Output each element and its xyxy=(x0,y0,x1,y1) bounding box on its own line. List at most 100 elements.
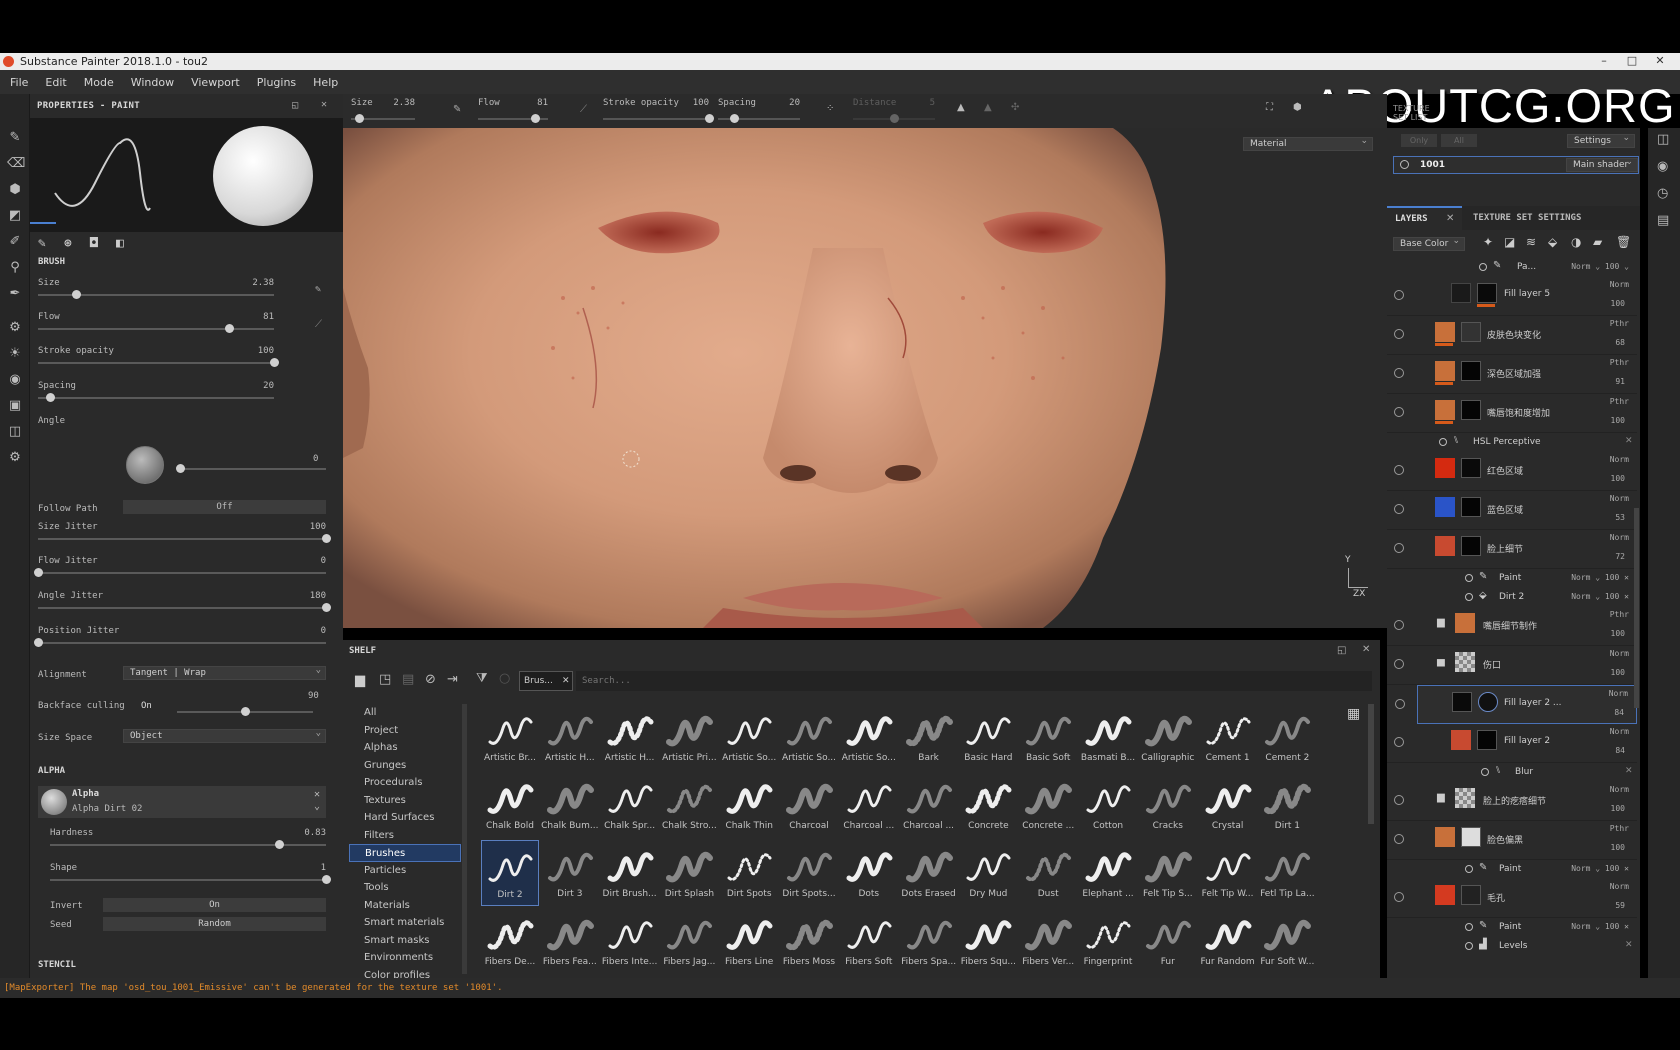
3d-viewport[interactable]: Material Y ZX xyxy=(343,128,1387,628)
shelf-float-icon[interactable]: ◱ xyxy=(1337,645,1346,656)
brush-item[interactable]: Fur xyxy=(1139,908,1197,974)
brush-item[interactable]: Dirt 1 xyxy=(1258,772,1316,838)
follow-path-toggle[interactable]: Off xyxy=(123,500,326,514)
visibility-icon[interactable] xyxy=(1394,290,1404,300)
brush-item[interactable]: Calligraphic xyxy=(1139,704,1197,770)
shader-settings-icon[interactable]: ◉ xyxy=(1657,159,1668,174)
brush-item[interactable]: Fingerprint xyxy=(1079,908,1137,974)
menu-mode[interactable]: Mode xyxy=(84,76,114,89)
slider-knob[interactable] xyxy=(530,114,540,123)
angle-knob[interactable] xyxy=(176,464,185,473)
brush-item[interactable]: Artistic So... xyxy=(840,704,898,770)
add-effect-icon[interactable]: ✦ xyxy=(1483,235,1493,249)
alpha-tab-icon[interactable]: ◘ xyxy=(90,236,98,251)
brush-item[interactable]: Fibers Fea... xyxy=(541,908,599,974)
brush-item[interactable]: Elephant ... xyxy=(1079,840,1137,906)
visibility-icon[interactable] xyxy=(1394,659,1404,669)
new-item-icon[interactable]: ◳ xyxy=(379,672,391,687)
brush-item[interactable]: Bark xyxy=(900,704,958,770)
menu-viewport[interactable]: Viewport xyxy=(191,76,240,89)
projection-icon[interactable]: ⬢ xyxy=(7,182,23,198)
minimize-icon[interactable]: – xyxy=(1590,53,1618,70)
visibility-icon[interactable] xyxy=(1465,574,1473,582)
slider-knob[interactable] xyxy=(275,840,285,849)
add-layer-icon[interactable]: ≋ xyxy=(1526,235,1536,249)
brush-item[interactable]: Crystal xyxy=(1199,772,1257,838)
light-icon[interactable]: ☀ xyxy=(7,346,23,362)
visibility-icon[interactable] xyxy=(1465,942,1473,950)
brush-item[interactable]: Artistic Pri... xyxy=(660,704,718,770)
visibility-icon[interactable] xyxy=(1394,892,1404,902)
tab-layers-close-icon[interactable]: ✕ xyxy=(1446,213,1454,224)
category-filters[interactable]: Filters xyxy=(349,827,461,845)
brush-item[interactable]: Charcoal xyxy=(780,772,838,838)
brush-item[interactable]: Basic Soft xyxy=(1019,704,1077,770)
lazy-mouse-icon[interactable]: ⁘ xyxy=(826,103,834,114)
category-smart-materials[interactable]: Smart materials xyxy=(349,914,461,932)
angle-jitter-slider[interactable]: Angle Jitter 180 xyxy=(38,591,331,621)
slider-knob[interactable] xyxy=(322,875,331,884)
toolbar-size-slider[interactable]: Size 2.38 xyxy=(351,94,415,128)
eraser-icon[interactable]: ⌫ xyxy=(7,156,25,172)
tab-only[interactable]: Only xyxy=(1401,134,1437,147)
paint-brush-icon[interactable]: ✎ xyxy=(7,130,23,146)
polygon-fill-icon[interactable]: ◩ xyxy=(7,208,23,224)
slider-knob[interactable] xyxy=(225,324,235,333)
settings-icon[interactable]: ⚙ xyxy=(7,450,23,466)
category-textures[interactable]: Textures xyxy=(349,792,461,810)
category-grunges[interactable]: Grunges xyxy=(349,757,461,775)
brush-item[interactable]: Concrete ... xyxy=(1019,772,1077,838)
pen-pressure-icon[interactable]: ✎ xyxy=(315,284,321,295)
brush-item[interactable]: Dirt Splash xyxy=(660,840,718,906)
angle-track[interactable] xyxy=(178,468,326,470)
brush-item[interactable]: Fetl Tip La... xyxy=(1258,840,1316,906)
sub-layer-paint-3[interactable]: ✎ Paint Norm ⌄ 100 ✕ xyxy=(1387,918,1637,937)
camera-view-icon[interactable]: ⛶ xyxy=(1266,102,1273,113)
category-project[interactable]: Project xyxy=(349,722,461,740)
flow-slider[interactable]: Flow 81 xyxy=(38,312,274,342)
layer-lip-saturation[interactable]: 嘴唇饱和度增加 Pthr 100 xyxy=(1387,394,1637,433)
symmetry-axis-icon[interactable]: ✣ xyxy=(1011,102,1019,113)
brush-item[interactable]: Chalk Bum... xyxy=(541,772,599,838)
layer-blue-area[interactable]: 蓝色区域 Norm 53 xyxy=(1387,491,1637,530)
tab-texture-set-settings[interactable]: TEXTURE SET SETTINGS xyxy=(1473,213,1581,223)
visibility-icon[interactable] xyxy=(1395,699,1405,709)
angle-dial[interactable] xyxy=(126,446,164,484)
brush-item[interactable]: Dirt Brush... xyxy=(601,840,659,906)
flow-pressure-icon[interactable]: ⟋ xyxy=(315,319,322,330)
category-materials[interactable]: Materials xyxy=(349,897,461,915)
channel-dropdown[interactable]: Base Color xyxy=(1393,235,1465,251)
symmetry-icon[interactable]: ▲ xyxy=(957,102,965,113)
3d-view-icon[interactable]: ⬢ xyxy=(1293,102,1302,113)
menu-edit[interactable]: Edit xyxy=(45,76,66,89)
stroke-opacity-slider[interactable]: Stroke opacity 100 xyxy=(38,346,279,376)
alpha-clear-icon[interactable]: ✕ xyxy=(314,789,320,800)
brush-item[interactable]: Artistic So... xyxy=(780,704,838,770)
brush-item[interactable]: Fibers Inte... xyxy=(601,908,659,974)
brush-item[interactable]: Artistic So... xyxy=(720,704,778,770)
shelf-close-icon[interactable]: ✕ xyxy=(1362,644,1370,655)
folder-face-bumps[interactable]: ▆ 脸上的疙瘩细节 Norm 100 xyxy=(1387,782,1637,821)
render-icon[interactable]: ◉ xyxy=(7,372,23,388)
brush-item[interactable]: Cement 1 xyxy=(1199,704,1257,770)
brush-item[interactable]: Fibers Soft xyxy=(840,908,898,974)
brush-item[interactable]: Artistic H... xyxy=(601,704,659,770)
filter-tag-close-icon[interactable]: ✕ xyxy=(562,672,570,690)
menu-help[interactable]: Help xyxy=(313,76,338,89)
visibility-icon[interactable] xyxy=(1394,620,1404,630)
toolbar-stroke-opacity-slider[interactable]: Stroke opacity 100 xyxy=(603,94,714,128)
visibility-icon[interactable] xyxy=(1394,368,1404,378)
color-picker-icon[interactable]: ✒ xyxy=(7,286,23,302)
brush-item[interactable]: Fur Soft W... xyxy=(1258,908,1316,974)
grid-view-icon[interactable]: ▦ xyxy=(1347,706,1360,722)
brush-item[interactable]: Dirt Spots xyxy=(720,840,778,906)
viewport-mode-dropdown[interactable]: Material xyxy=(1243,135,1373,151)
visibility-icon[interactable] xyxy=(1394,543,1404,553)
brush-item[interactable]: Dirt 2 xyxy=(481,840,539,906)
folder-icon[interactable]: ▆ xyxy=(355,673,365,688)
hide-icon[interactable]: ⊘ xyxy=(425,672,436,687)
brush-tab-icon[interactable]: ✎ xyxy=(38,236,46,251)
shape-slider[interactable]: Shape 1 xyxy=(50,863,331,893)
brush-item[interactable]: Fibers Ver... xyxy=(1019,908,1077,974)
visibility-icon[interactable] xyxy=(1394,504,1404,514)
